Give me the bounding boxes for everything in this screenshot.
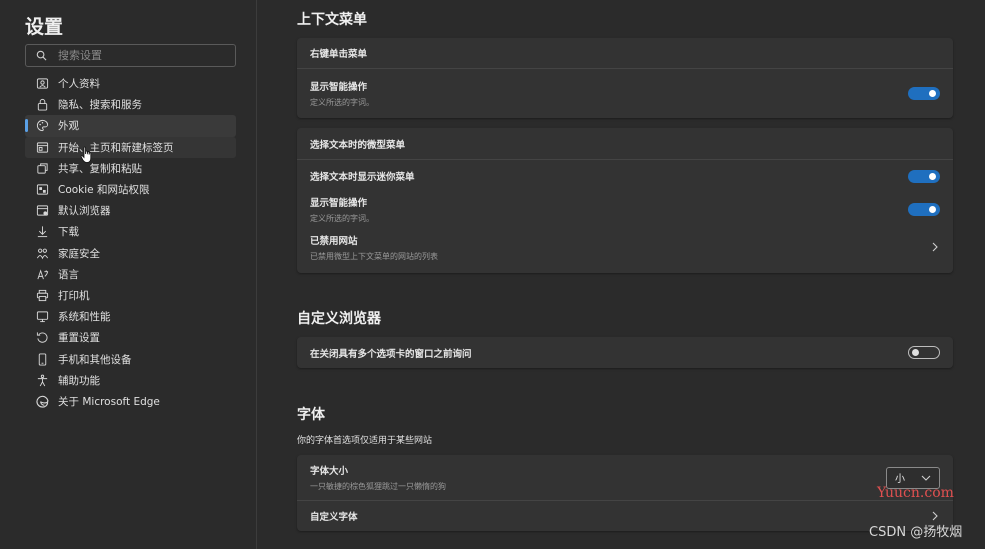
home-tabs-icon <box>35 140 49 154</box>
sidebar-item-about-edge[interactable]: 关于 Microsoft Edge <box>25 391 236 412</box>
section-title-customize-browser: 自定义浏览器 <box>297 311 381 327</box>
setting-label: 显示智能操作 <box>310 81 368 93</box>
sidebar-title: 设置 <box>25 16 64 38</box>
sidebar-item-label: 关于 Microsoft Edge <box>58 395 160 408</box>
sidebar-item-label: 下载 <box>58 226 79 239</box>
sidebar-item-accessibility[interactable]: 辅助功能 <box>25 370 236 391</box>
ask-before-close-toggle[interactable] <box>908 346 940 359</box>
sidebar-item-label: 个人资料 <box>58 78 100 91</box>
chevron-right-icon[interactable] <box>930 511 940 521</box>
sidebar-item-label: 系统和性能 <box>58 311 111 324</box>
sidebar-item-label: 隐私、搜索和服务 <box>58 99 142 112</box>
sidebar-item-languages[interactable]: 语言 <box>25 264 236 285</box>
section-title-context-menu: 上下文菜单 <box>297 12 367 28</box>
browser-icon <box>35 204 49 218</box>
mini-smart-actions-row: 显示智能操作 定义所选的字词。 <box>297 192 953 226</box>
mini-smart-actions-toggle[interactable] <box>908 202 940 216</box>
search-box[interactable] <box>25 44 236 67</box>
credit-watermark: CSDN @扬牧烟 <box>869 525 963 540</box>
font-size-value: 小 <box>895 474 905 485</box>
sidebar-item-share-copy-paste[interactable]: 共享、复制和粘贴 <box>25 158 236 179</box>
setting-description: 一只敏捷的棕色狐狸跳过一只懒惰的狗 <box>310 482 446 491</box>
customize-browser-card: 在关闭具有多个选项卡的窗口之前询问 <box>297 337 953 368</box>
settings-main: 上下文菜单 右键单击菜单 显示智能操作 定义所选的字词。 选择文本时的微型菜单 … <box>257 0 985 549</box>
reset-icon <box>35 331 49 345</box>
section-title-fonts: 字体 <box>297 407 325 423</box>
card-header: 右键单击菜单 <box>297 38 953 69</box>
sidebar-item-label: 家庭安全 <box>58 247 100 260</box>
custom-fonts-row[interactable]: 自定义字体 <box>297 500 953 531</box>
sidebar-item-default-browser[interactable]: 默认浏览器 <box>25 200 236 221</box>
ask-before-close-row: 在关闭具有多个选项卡的窗口之前询问 <box>297 337 953 368</box>
disabled-sites-row[interactable]: 已禁用网站 已禁用微型上下文菜单的网站的列表 <box>297 226 953 268</box>
sidebar-nav: 个人资料 隐私、搜索和服务 外观 开始、主页和新建标签页 共享、复制和粘贴 Co… <box>25 73 236 412</box>
sidebar-item-label: 手机和其他设备 <box>58 353 132 366</box>
profile-icon <box>35 77 49 91</box>
sidebar-item-label: 重置设置 <box>58 332 100 345</box>
card-header: 选择文本时的微型菜单 <box>297 128 953 160</box>
fonts-card: 字体大小 一只敏捷的棕色狐狸跳过一只懒惰的狗 小 自定义字体 <box>297 455 953 531</box>
sidebar-item-system-performance[interactable]: 系统和性能 <box>25 306 236 327</box>
sidebar-item-label: Cookie 和网站权限 <box>58 184 150 197</box>
setting-description: 定义所选的字词。 <box>310 213 374 223</box>
setting-label: 显示智能操作 <box>310 197 368 209</box>
smart-actions-toggle[interactable] <box>908 86 940 100</box>
mini-menu-card: 选择文本时的微型菜单 选择文本时显示迷你菜单 显示智能操作 定义所选的字词。 已… <box>297 128 953 273</box>
font-size-row: 字体大小 一只敏捷的棕色狐狸跳过一只懒惰的狗 小 <box>297 455 953 500</box>
search-icon <box>26 50 56 61</box>
setting-label: 在关闭具有多个选项卡的窗口之前询问 <box>310 348 472 360</box>
site-watermark: Yuucn.com <box>877 485 954 501</box>
sidebar-item-phone-devices[interactable]: 手机和其他设备 <box>25 348 236 369</box>
show-mini-menu-toggle[interactable] <box>908 169 940 183</box>
search-input[interactable] <box>56 48 226 63</box>
setting-label: 已禁用网站 <box>310 235 358 247</box>
printer-icon <box>35 288 49 302</box>
site-permissions-icon <box>35 183 49 197</box>
chevron-right-icon[interactable] <box>930 242 940 252</box>
sidebar-item-family-safety[interactable]: 家庭安全 <box>25 243 236 264</box>
sidebar-item-appearance[interactable]: 外观 <box>25 115 236 137</box>
accessibility-icon <box>35 373 49 387</box>
edge-icon <box>35 394 49 408</box>
sidebar-item-profile[interactable]: 个人资料 <box>25 73 236 94</box>
sidebar-item-label: 辅助功能 <box>58 374 100 387</box>
sidebar-item-label: 默认浏览器 <box>58 205 111 218</box>
settings-sidebar: 设置 个人资料 隐私、搜索和服务 外观 开始、主页和新建标签页 共享、复制和粘贴 <box>0 0 257 549</box>
phone-icon <box>35 352 49 366</box>
sidebar-item-start-home-newtab[interactable]: 开始、主页和新建标签页 <box>25 136 236 158</box>
palette-icon <box>35 119 49 133</box>
sidebar-item-label: 开始、主页和新建标签页 <box>58 141 174 154</box>
sidebar-item-reset-settings[interactable]: 重置设置 <box>25 327 236 348</box>
setting-label: 选择文本时显示迷你菜单 <box>310 172 415 183</box>
setting-description: 已禁用微型上下文菜单的网站的列表 <box>310 251 438 261</box>
sidebar-item-label: 共享、复制和粘贴 <box>58 162 142 175</box>
family-icon <box>35 246 49 260</box>
sidebar-item-label: 打印机 <box>58 289 90 302</box>
system-icon <box>35 310 49 324</box>
share-icon <box>35 161 49 175</box>
show-mini-menu-row: 选择文本时显示迷你菜单 <box>297 160 953 192</box>
smart-actions-row: 显示智能操作 定义所选的字词。 <box>297 69 953 117</box>
sidebar-item-label: 语言 <box>58 268 79 281</box>
sidebar-item-privacy[interactable]: 隐私、搜索和服务 <box>25 94 236 115</box>
right-click-menu-card: 右键单击菜单 显示智能操作 定义所选的字词。 <box>297 38 953 118</box>
chevron-down-icon <box>921 475 931 481</box>
setting-label: 字体大小 <box>310 466 349 477</box>
sidebar-item-label: 外观 <box>58 120 79 133</box>
fonts-note: 你的字体首选项仅适用于某些网站 <box>297 436 433 446</box>
setting-label: 自定义字体 <box>310 512 358 523</box>
language-icon <box>35 267 49 281</box>
lock-icon <box>35 98 49 112</box>
setting-description: 定义所选的字词。 <box>310 97 374 107</box>
sidebar-item-printers[interactable]: 打印机 <box>25 285 236 306</box>
hand-cursor-icon <box>80 146 92 163</box>
sidebar-item-downloads[interactable]: 下载 <box>25 221 236 242</box>
download-icon <box>35 225 49 239</box>
sidebar-item-cookies-permissions[interactable]: Cookie 和网站权限 <box>25 179 236 200</box>
